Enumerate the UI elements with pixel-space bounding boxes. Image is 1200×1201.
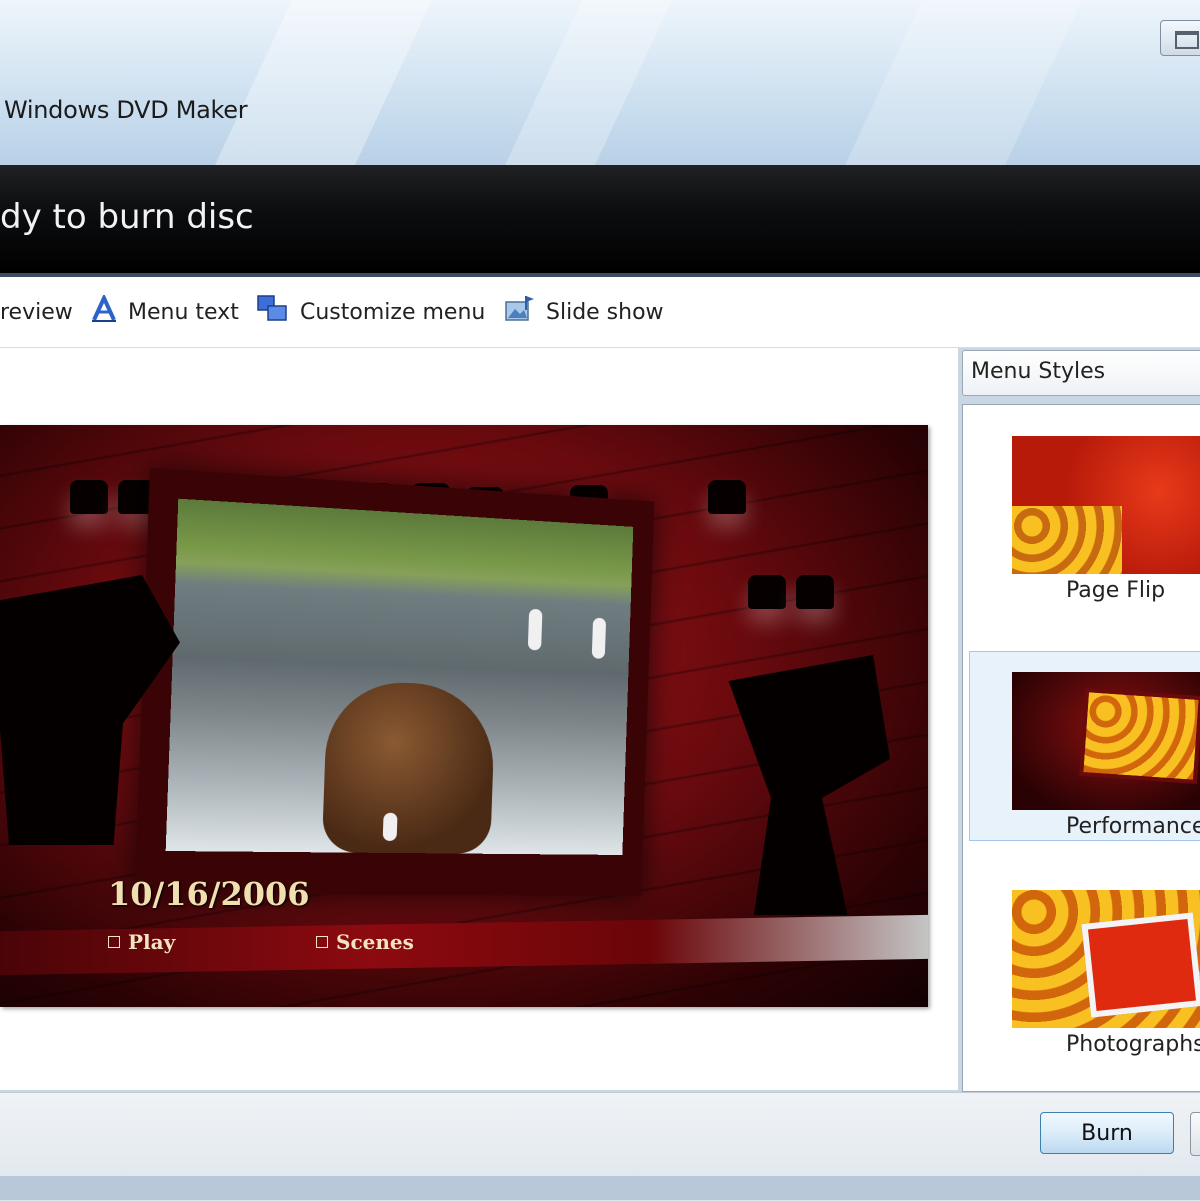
preview-label: review [0,299,73,325]
style-label: Performance [1066,814,1200,839]
play-menu-link[interactable]: Play [108,930,175,954]
style-item-page-flip[interactable]: Page Flip [969,415,1200,605]
glass-sheen [819,0,1101,165]
maximize-icon [1175,31,1199,49]
menu-text-label: Menu text [128,299,239,325]
style-label: Photographs [1066,1032,1200,1057]
menu-styles-list: Page Flip Performance Photographs [962,404,1200,1092]
slide-show-icon [504,294,536,330]
burn-button[interactable]: Burn [1040,1112,1174,1154]
text-a-icon [90,293,118,329]
wizard-header: dy to burn disc [0,165,1200,277]
style-thumbnail [1012,890,1200,1028]
disc-title: 10/16/2006 [108,875,310,913]
play-label: Play [128,930,176,954]
glass-sheen [189,0,451,165]
video-thumbnail [165,498,634,855]
menu-text-button[interactable]: Menu text [90,293,239,329]
style-item-photographs[interactable]: Photographs [969,869,1200,1059]
customize-menu-icon [256,294,290,330]
style-thumbnail [1012,672,1200,810]
style-label: Page Flip [1066,578,1166,603]
scenes-label: Scenes [336,930,414,954]
bullet-icon [316,936,328,948]
bullet-icon [108,936,120,948]
glass-sheen [479,0,691,165]
toolbar: review Menu text Customize menu Slide sh… [0,277,1200,348]
maximize-button[interactable] [1160,20,1200,56]
menu-styles-dropdown[interactable]: Menu Styles [962,350,1200,396]
stage-light [748,575,786,609]
dropdown-value: Menu Styles [971,359,1106,384]
scenes-menu-link[interactable]: Scenes [316,930,414,954]
cancel-button[interactable] [1190,1112,1200,1156]
gull-shape [591,617,607,659]
dvd-menu-preview[interactable]: 10/16/2006 Play Scenes [0,425,928,1007]
style-thumbnail [1012,436,1200,574]
preview-button[interactable]: review [0,297,73,327]
gull-shape [527,608,543,651]
gull-shape [382,812,398,841]
stage-light [70,480,108,514]
page-title: dy to burn disc [0,197,254,237]
stage-light [708,480,746,514]
customize-menu-label: Customize menu [300,299,486,325]
slide-show-button[interactable]: Slide show [504,294,664,330]
customize-menu-button[interactable]: Customize menu [256,294,486,330]
stage-light [796,575,834,609]
slide-show-label: Slide show [546,299,664,325]
title-bar: Windows DVD Maker [0,0,1200,165]
window-border [0,1176,1200,1200]
window-title: Windows DVD Maker [4,96,248,124]
bear-shape [321,680,496,854]
style-item-performance[interactable]: Performance [969,651,1200,841]
